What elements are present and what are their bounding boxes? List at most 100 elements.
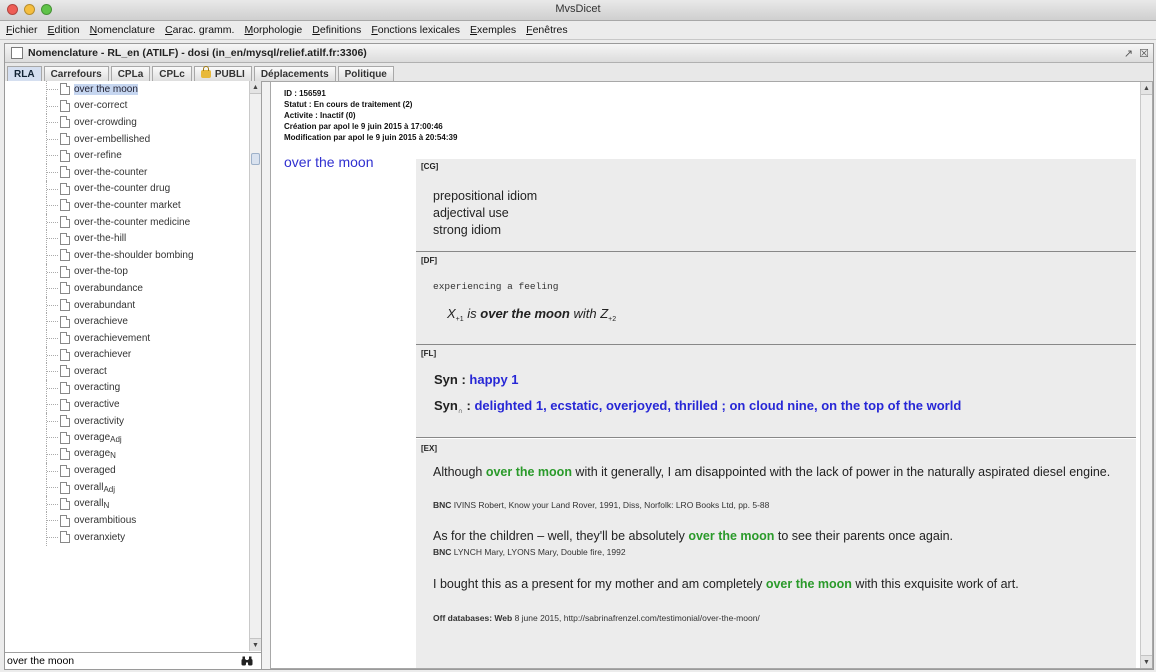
- source-corpus: BNC: [433, 500, 452, 510]
- source-corpus: Off databases: Web: [433, 613, 513, 623]
- tree-item[interactable]: over-the-shoulder bombing: [5, 246, 249, 264]
- ex-label: [EX]: [421, 444, 437, 453]
- search-input[interactable]: [5, 654, 229, 668]
- tree-item[interactable]: over-the-counter drug: [5, 180, 249, 198]
- fl-syn-happy: Syn : happy 1: [434, 372, 519, 387]
- document-icon: [60, 83, 70, 96]
- tab-politique-label: Politique: [344, 68, 387, 80]
- tree-item[interactable]: over-the-top: [5, 263, 249, 281]
- tree-item-label: overachieve: [74, 316, 128, 327]
- tab-rla[interactable]: RLA: [7, 66, 42, 81]
- menu-morphologie[interactable]: Morphologie: [240, 24, 308, 36]
- tab-deplacements[interactable]: Déplacements: [253, 66, 336, 81]
- tab-cplc[interactable]: CPLc: [152, 66, 192, 81]
- tab-cpla-label: CPLa: [117, 68, 144, 80]
- menu-exemples[interactable]: Exemples: [466, 24, 522, 36]
- tree-item[interactable]: over-the-hill: [5, 230, 249, 247]
- tree-connector: [46, 197, 58, 214]
- tree-item[interactable]: overabundance: [5, 280, 249, 297]
- entry-metadata: ID : 156591 Statut : En cours de traitem…: [284, 88, 457, 143]
- tree-item[interactable]: over-the-counter: [5, 163, 249, 181]
- tree-item[interactable]: overactive: [5, 396, 249, 413]
- detach-icon[interactable]: ↗: [1124, 47, 1133, 60]
- menu-carac-gramm[interactable]: Carac. gramm.: [161, 24, 240, 36]
- tree-item-text: overachievement: [74, 332, 151, 344]
- tree-scrollbar[interactable]: ▲ ▼: [249, 81, 261, 651]
- example-text: As for the children – well, they'll be a…: [433, 529, 1133, 544]
- fl-label: [FL]: [421, 349, 437, 358]
- df-formula: X+1 is over the moon with Z+2: [447, 306, 616, 323]
- nomenclature-tabs: RLA Carrefours CPLa CPLc PUBLI Déplaceme…: [5, 63, 1153, 82]
- scroll-up-icon[interactable]: ▲: [250, 81, 261, 94]
- tree-scroll-thumb[interactable]: [251, 153, 260, 165]
- tree-item[interactable]: overambitious: [5, 512, 249, 530]
- tree-item-text: overabundant: [74, 299, 136, 311]
- menu-fenetres[interactable]: Fenêtres: [522, 24, 573, 36]
- syn-values[interactable]: delighted 1, ecstatic, overjoyed, thrill…: [474, 398, 961, 413]
- fl-zone[interactable]: [416, 345, 1136, 437]
- menu-fonctions-lexicales[interactable]: Fonctions lexicales: [367, 24, 466, 36]
- document-icon: [60, 166, 70, 179]
- menu-definitions[interactable]: Definitions: [308, 24, 367, 36]
- binoculars-icon[interactable]: [241, 656, 253, 666]
- cg-zone[interactable]: [416, 159, 1136, 251]
- tab-carrefours[interactable]: Carrefours: [43, 66, 109, 81]
- menu-fichier[interactable]: Fichier: [2, 24, 44, 36]
- tree-item[interactable]: overageN: [5, 446, 249, 463]
- tree-item-label: overanxiety: [74, 532, 125, 543]
- tree-item[interactable]: overallN: [5, 495, 249, 513]
- tree-item[interactable]: overabundant: [5, 296, 249, 314]
- document-icon: [60, 249, 70, 262]
- tree-item-label: overachiever: [74, 349, 131, 360]
- tree-item[interactable]: over the moon: [5, 81, 249, 98]
- document-icon: [60, 199, 70, 212]
- tree-connector: [46, 379, 58, 397]
- tree-item[interactable]: overact: [5, 363, 249, 380]
- menu-edition[interactable]: Edition: [44, 24, 86, 36]
- tree-connector: [46, 97, 58, 115]
- scroll-down-icon[interactable]: ▼: [250, 638, 261, 651]
- entry-scrollbar[interactable]: ▲ ▼: [1140, 82, 1152, 668]
- tree-connector: [46, 495, 58, 513]
- tree-item[interactable]: overageAdj: [5, 429, 249, 447]
- tree-item[interactable]: over-the-counter market: [5, 197, 249, 214]
- example-after: with this exquisite work of art.: [851, 577, 1019, 591]
- formula-with: with Z: [569, 306, 609, 321]
- entry-headword[interactable]: over the moon: [284, 154, 374, 170]
- tab-politique[interactable]: Politique: [337, 66, 394, 81]
- tree-item-label: over-the-shoulder bombing: [74, 250, 194, 261]
- df-gloss: experiencing a feeling: [433, 281, 559, 292]
- scroll-up-icon[interactable]: ▲: [1141, 82, 1152, 95]
- panel-title: Nomenclature - RL_en (ATILF) - dosi (in_…: [28, 47, 367, 59]
- document-icon: [60, 299, 70, 312]
- df-zone[interactable]: [416, 252, 1136, 344]
- tree-item[interactable]: overaged: [5, 462, 249, 480]
- tree-item[interactable]: over-crowding: [5, 114, 249, 131]
- scroll-down-icon[interactable]: ▼: [1141, 655, 1152, 668]
- tree-item[interactable]: over-refine: [5, 147, 249, 164]
- example-highlight: over the moon: [765, 577, 852, 591]
- tree-item[interactable]: overacting: [5, 379, 249, 397]
- tree-item[interactable]: overactivity: [5, 412, 249, 430]
- tree-item[interactable]: over-embellished: [5, 130, 249, 148]
- tree-item[interactable]: over-correct: [5, 97, 249, 115]
- syn-values[interactable]: happy 1: [469, 372, 518, 387]
- df-label: [DF]: [421, 256, 437, 265]
- tree-item[interactable]: over-the-counter medicine: [5, 213, 249, 231]
- tree-item[interactable]: overallAdj: [5, 479, 249, 496]
- tree-item-label: over the moon: [74, 83, 138, 95]
- tree-item[interactable]: overanxiety: [5, 529, 249, 546]
- tree-item-label: overambitious: [74, 515, 136, 526]
- tree-item[interactable]: overachieve: [5, 313, 249, 330]
- menu-nomenclature[interactable]: Nomenclature: [86, 24, 161, 36]
- close-panel-icon[interactable]: ☒: [1139, 47, 1149, 60]
- document-icon: [60, 514, 70, 527]
- tree-item[interactable]: overachievement: [5, 329, 249, 347]
- tab-deplacements-label: Déplacements: [260, 68, 329, 80]
- tree-item-text: over-correct: [74, 100, 128, 112]
- tab-cpla[interactable]: CPLa: [110, 66, 151, 81]
- nomenclature-tree[interactable]: over the moon over-correct over-crowding ov…: [5, 81, 249, 651]
- tab-publi[interactable]: PUBLI: [193, 66, 252, 81]
- tree-item[interactable]: overachiever: [5, 346, 249, 364]
- tree-connector: [46, 147, 58, 164]
